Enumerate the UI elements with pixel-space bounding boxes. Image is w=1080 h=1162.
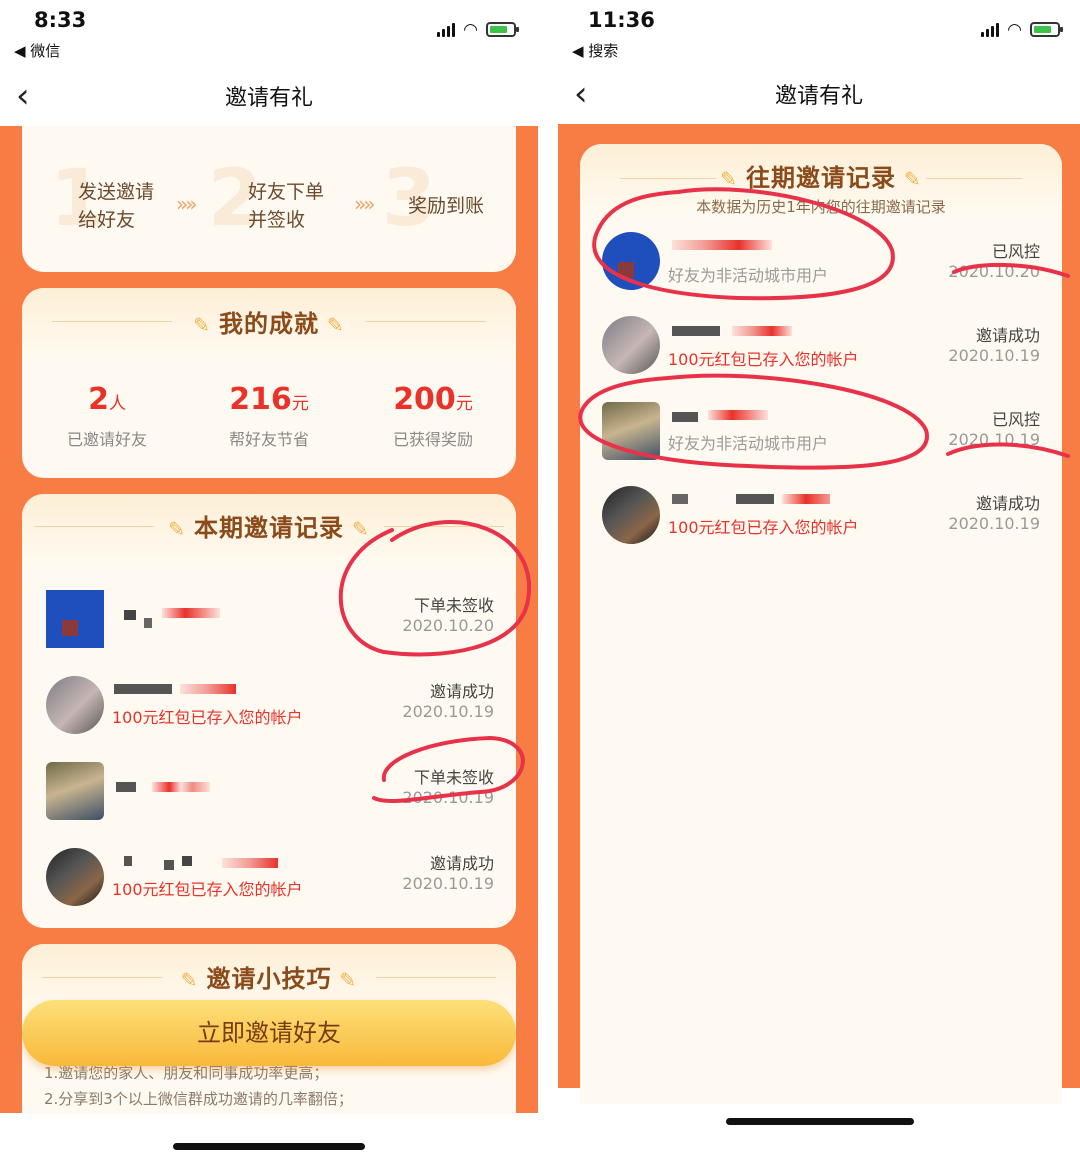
navbar: ‹ 邀请有礼 (0, 72, 538, 124)
tip-line: 2.分享到3个以上微信群成功邀请的几率翻倍； (44, 1090, 353, 1108)
record-date: 2020.10.20 (948, 262, 1040, 281)
avatar (46, 676, 104, 734)
battery-icon (486, 22, 519, 37)
back-to-app-link[interactable]: ◀ 搜索 (572, 40, 618, 61)
invite-friends-button[interactable]: 立即邀请好友 (22, 1000, 516, 1066)
wifi-icon: ◠ (1007, 19, 1022, 40)
record-date: 2020.10.19 (402, 788, 494, 807)
record-subtitle: 100元红包已存入您的帐户 (112, 708, 303, 727)
leaf-icon: ✎ (180, 968, 199, 992)
status-icons: ◠ (437, 19, 519, 40)
leaf-icon: ✎ (327, 313, 345, 337)
record-status: 邀请成功 (975, 494, 1040, 513)
record-subtitle: 好友为非活动城市用户 (668, 266, 829, 285)
record-subtitle: 100元红包已存入您的帐户 (668, 350, 859, 369)
page-title: 邀请有礼 (224, 86, 313, 111)
record-subtitle: 100元红包已存入您的帐户 (112, 880, 303, 899)
avatar (46, 590, 104, 648)
avatar (46, 848, 104, 906)
achievements-title: ✎ 我的成就 ✎ (193, 310, 345, 338)
leaf-icon: ✎ (904, 167, 922, 191)
achievement-value: 216元 (229, 382, 309, 417)
record-date: 2020.10.19 (948, 514, 1040, 533)
status-time: 11:36 (588, 8, 655, 32)
avatar (602, 316, 660, 374)
steps-card: 1 发送邀请 给好友 »» 2 好友下单 并签收 »» 3 奖励到账 (22, 126, 516, 272)
record-status: 邀请成功 (975, 326, 1040, 345)
achievements-card: ✎ 我的成就 ✎ 2人 已邀请好友 216元 帮好友节省 200元 已获得奖励 (22, 288, 516, 478)
current-records-card: ✎ 本期邀请记录 ✎ 下单未签收 2020.10.20 100元红包已存入您的帐户 … (22, 494, 516, 928)
achievement-value: 200元 (393, 382, 473, 417)
right-screenshot: 11:36 ◀ 搜索 ◠ ‹ 邀请有礼 ✎ 往期邀请记录 ✎ 本数据为历史1年内您的… (558, 0, 1080, 1162)
left-screenshot: 8:33 ◀ 微信 ◠ ‹ 邀请有礼 1 发送邀请 给好友 »» 2 好友下单 … (0, 0, 538, 1162)
record-status: 下单未签收 (413, 768, 494, 787)
home-indicator (726, 1118, 914, 1125)
achievement-label: 已获得奖励 (392, 430, 473, 449)
wifi-icon: ◠ (463, 19, 478, 40)
signal-icon (981, 22, 1000, 37)
record-status: 邀请成功 (429, 854, 494, 873)
step-text: 发送邀请 给好友 (78, 181, 155, 231)
leaf-icon: ✎ (193, 313, 211, 337)
back-to-app-link[interactable]: ◀ 微信 (14, 40, 60, 61)
battery-icon (1030, 22, 1063, 37)
step-text: 奖励到账 (408, 195, 485, 217)
status-icons: ◠ (981, 19, 1063, 40)
leaf-icon: ✎ (339, 968, 358, 992)
home-indicator (173, 1143, 365, 1150)
record-status: 已风控 (991, 242, 1040, 261)
record-status: 下单未签收 (413, 596, 494, 615)
record-date: 2020.10.19 (402, 702, 494, 721)
record-subtitle: 好友为非活动城市用户 (668, 434, 829, 453)
avatar (46, 762, 104, 820)
record-status: 已风控 (991, 410, 1040, 429)
leaf-icon: ✎ (352, 517, 370, 541)
history-title: ✎ 往期邀请记录 ✎ (720, 164, 922, 192)
record-date: 2020.10.19 (402, 874, 494, 893)
achievement-label: 已邀请好友 (66, 430, 147, 449)
leaf-icon: ✎ (168, 517, 186, 541)
status-time: 8:33 (34, 8, 87, 32)
page-title: 邀请有礼 (774, 84, 863, 109)
avatar (602, 232, 660, 290)
record-date: 2020.10.19 (948, 346, 1040, 365)
record-date: 2020.10.19 (948, 430, 1040, 449)
history-records-card: ✎ 往期邀请记录 ✎ 本数据为历史1年内您的往期邀请记录 好友为非活动城市用户 已风… (580, 144, 1062, 1104)
avatar (602, 402, 660, 460)
double-chevron-icon: »» (354, 192, 376, 216)
record-date: 2020.10.20 (402, 616, 494, 635)
current-records-title: ✎ 本期邀请记录 ✎ (168, 514, 370, 542)
signal-icon (437, 22, 456, 37)
record-subtitle: 100元红包已存入您的帐户 (668, 518, 859, 537)
avatar (602, 486, 660, 544)
double-chevron-icon: »» (176, 192, 198, 216)
step-text: 好友下单 并签收 (248, 181, 325, 231)
navbar: ‹ 邀请有礼 (558, 70, 1080, 122)
leaf-icon: ✎ (720, 167, 738, 191)
achievement-label: 帮好友节省 (228, 430, 309, 449)
history-subtitle: 本数据为历史1年内您的往期邀请记录 (696, 198, 946, 216)
record-status: 邀请成功 (429, 682, 494, 701)
achievement-value: 2人 (88, 382, 126, 417)
tips-title: ✎ 邀请小技巧 ✎ (180, 965, 358, 993)
